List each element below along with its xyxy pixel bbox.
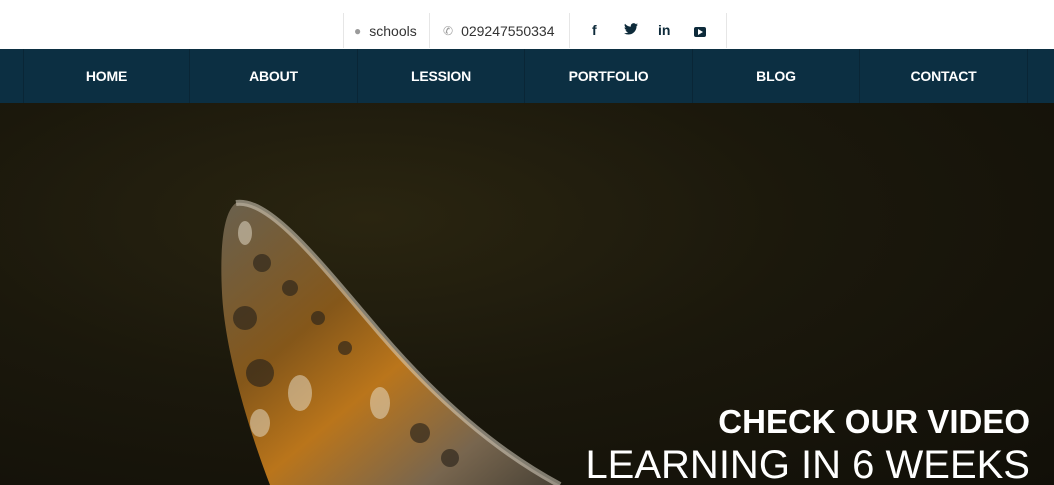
linkedin-icon[interactable]: in — [658, 22, 670, 38]
phone-icon: ✆ — [443, 23, 454, 38]
skype-contact[interactable]: ● schools — [343, 13, 429, 48]
twitter-icon[interactable] — [624, 22, 638, 38]
nav-item-about[interactable]: ABOUT — [189, 49, 357, 103]
phone-number: 029247550334 — [461, 22, 555, 39]
hero-title: CHECK OUR VIDEO — [718, 403, 1030, 440]
nav-item-portfolio[interactable]: PORTFOLIO — [524, 49, 692, 103]
skype-label: schools — [369, 22, 417, 39]
main-navigation: HOME ABOUT LESSION PORTFOLIO BLOG CONTAC… — [0, 49, 1054, 103]
phone-contact[interactable]: ✆ 029247550334 — [429, 13, 570, 48]
nav-item-lession[interactable]: LESSION — [357, 49, 524, 103]
social-links: f in — [570, 13, 727, 48]
hero-subtitle: LEARNING IN 6 WEEKS — [585, 443, 1030, 485]
nav-item-blog[interactable]: BLOG — [692, 49, 859, 103]
hero-section: CHECK OUR VIDEO LEARNING IN 6 WEEKS — [0, 103, 1054, 485]
facebook-icon[interactable]: f — [592, 22, 597, 38]
youtube-icon[interactable] — [694, 22, 706, 38]
top-bar: ● schools ✆ 029247550334 f in — [0, 0, 1054, 49]
nav-item-home[interactable]: HOME — [23, 49, 189, 103]
skype-icon: ● — [354, 23, 362, 38]
nav-item-contact[interactable]: CONTACT — [859, 49, 1028, 103]
